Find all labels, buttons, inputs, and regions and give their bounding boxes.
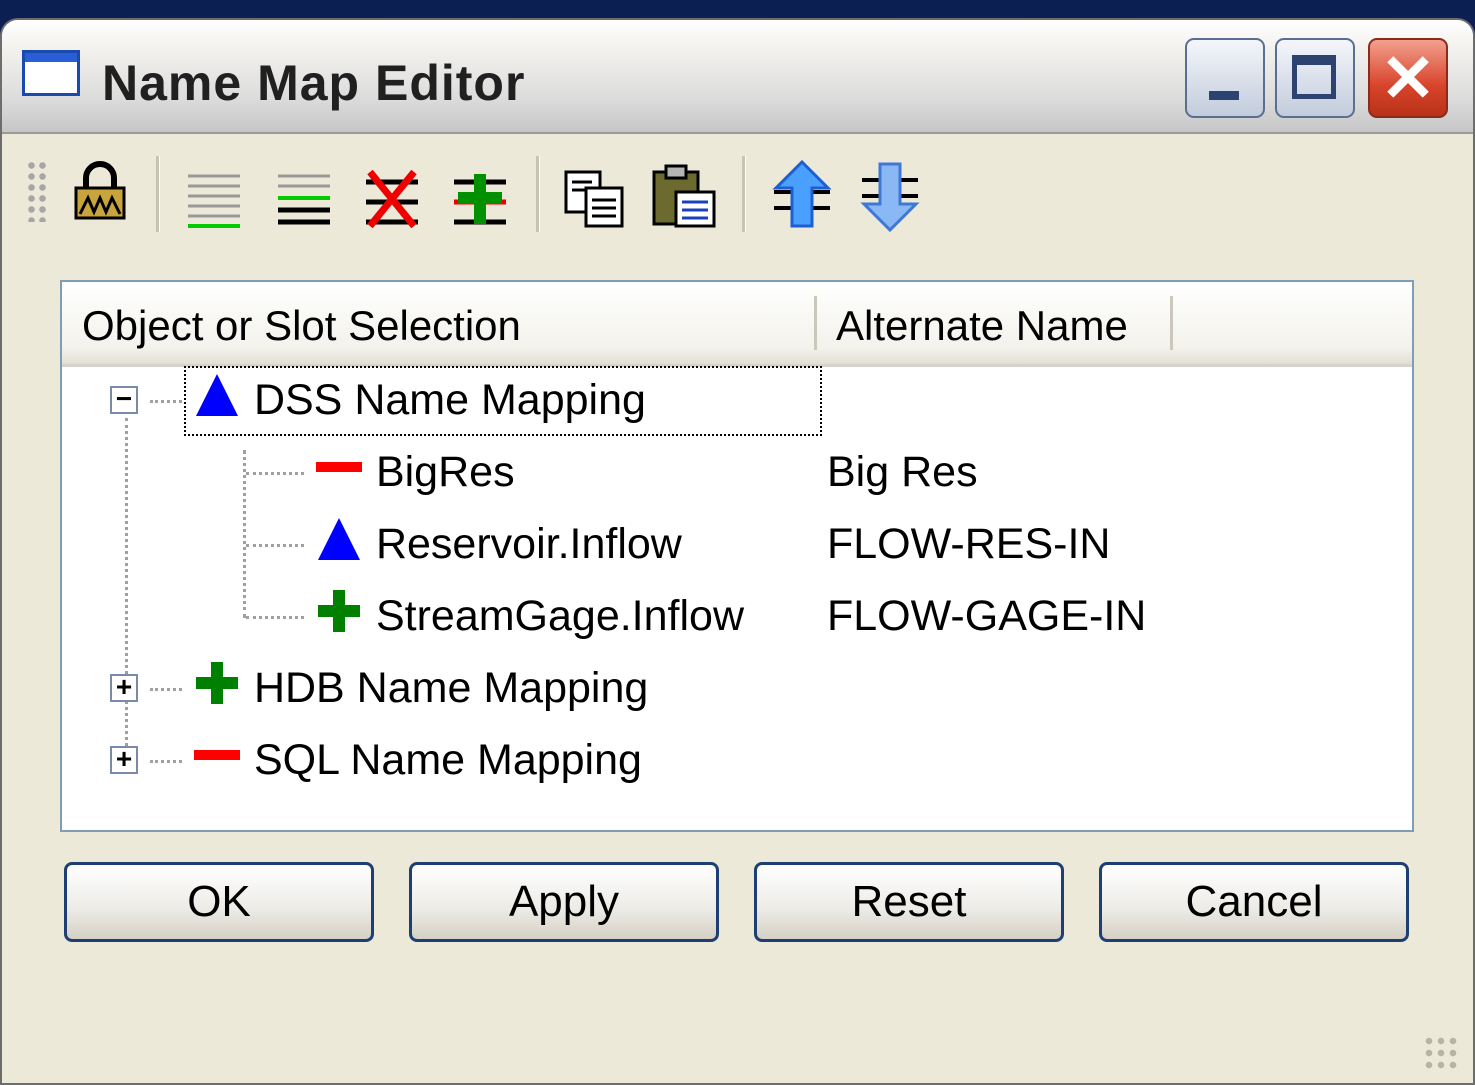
blue-triangle-icon (196, 374, 238, 416)
green-plus-icon (196, 662, 238, 704)
ok-button[interactable]: OK (64, 862, 374, 942)
column-header-object[interactable]: Object or Slot Selection (82, 302, 521, 350)
close-button[interactable]: ✕ (1368, 38, 1448, 118)
tree-connector (150, 688, 182, 691)
reset-button[interactable]: Reset (754, 862, 1064, 942)
alternate-name-cell[interactable]: FLOW-RES-IN (827, 512, 1111, 576)
add-row-icon (454, 174, 506, 225)
close-icon: ✕ (1380, 41, 1436, 115)
tree-row-dss[interactable]: DSS Name Mapping (192, 368, 646, 432)
name-map-tree-table[interactable]: Object or Slot Selection Alternate Name … (60, 280, 1414, 832)
column-divider[interactable] (1170, 296, 1173, 350)
maximize-button[interactable] (1275, 38, 1355, 118)
table-header: Object or Slot Selection Alternate Name (62, 282, 1412, 367)
align-lines-button[interactable] (178, 152, 250, 232)
minimize-icon (1209, 91, 1239, 100)
toolbar-separator (536, 156, 540, 232)
minimize-button[interactable] (1185, 38, 1265, 118)
expand-toggle[interactable]: + (110, 745, 138, 774)
tree-row-reservoir-inflow[interactable]: Reservoir.Inflow (314, 512, 682, 576)
name-map-editor-window: Name Map Editor ✕ Object or Slot Selecti… (0, 18, 1475, 1085)
column-header-alternate[interactable]: Alternate Name (836, 302, 1128, 350)
red-dash-icon (194, 750, 240, 760)
toolbar-separator (156, 156, 160, 232)
window-title: Name Map Editor (102, 55, 526, 111)
insert-row-icon (278, 174, 330, 225)
move-down-icon (860, 162, 920, 233)
tree-connector (150, 400, 182, 403)
cancel-button[interactable]: Cancel (1099, 862, 1409, 942)
paste-button[interactable] (648, 152, 720, 232)
move-down-button[interactable] (854, 152, 926, 233)
tree-row-label: Reservoir.Inflow (375, 520, 682, 568)
delete-row-button[interactable] (356, 152, 428, 232)
paste-icon (652, 164, 716, 228)
tree-row-bigres[interactable]: BigRes (314, 440, 515, 504)
alternate-name-cell[interactable]: Big Res (827, 440, 978, 504)
toolbar-separator (742, 156, 746, 232)
expand-toggle[interactable]: + (110, 673, 138, 702)
tree-connector (246, 616, 304, 619)
copy-icon (564, 170, 624, 228)
tree-connector (246, 544, 304, 547)
tree-connector (150, 760, 182, 763)
tree-row-streamgage-inflow[interactable]: StreamGage.Inflow (314, 584, 744, 648)
tree-row-label: SQL Name Mapping (253, 736, 642, 784)
tree-row-hdb[interactable]: HDB Name Mapping (192, 656, 648, 720)
apply-button[interactable]: Apply (409, 862, 719, 942)
toolbar (2, 144, 1473, 254)
move-up-button[interactable] (766, 152, 838, 232)
window-icon (22, 50, 80, 96)
lock-button[interactable] (64, 152, 136, 232)
tree-connector (243, 450, 246, 618)
tree-connector (246, 472, 304, 475)
tree-row-label: BigRes (375, 448, 515, 496)
green-plus-icon (318, 590, 360, 632)
alternate-name-cell[interactable]: FLOW-GAGE-IN (827, 584, 1146, 648)
delete-row-icon (366, 169, 418, 229)
tree-row-label: HDB Name Mapping (253, 664, 649, 712)
tree-row-label: StreamGage.Inflow (375, 592, 745, 640)
title-bar[interactable]: Name Map Editor ✕ (2, 20, 1473, 134)
maximize-icon (1292, 55, 1336, 99)
toolbar-grip[interactable] (26, 160, 48, 222)
move-up-icon (772, 159, 832, 228)
copy-button[interactable] (558, 152, 630, 232)
red-dash-icon (316, 462, 362, 472)
align-lines-icon (188, 174, 240, 228)
tree-row-sql[interactable]: SQL Name Mapping (192, 728, 642, 792)
blue-triangle-icon (318, 518, 360, 560)
lock-icon (74, 161, 126, 220)
collapse-toggle[interactable]: − (110, 385, 138, 414)
column-divider[interactable] (814, 296, 817, 350)
tree-row-label: DSS Name Mapping (253, 376, 646, 424)
add-row-button[interactable] (444, 152, 516, 232)
insert-row-button[interactable] (268, 152, 340, 232)
resize-grip[interactable] (1423, 1035, 1459, 1071)
